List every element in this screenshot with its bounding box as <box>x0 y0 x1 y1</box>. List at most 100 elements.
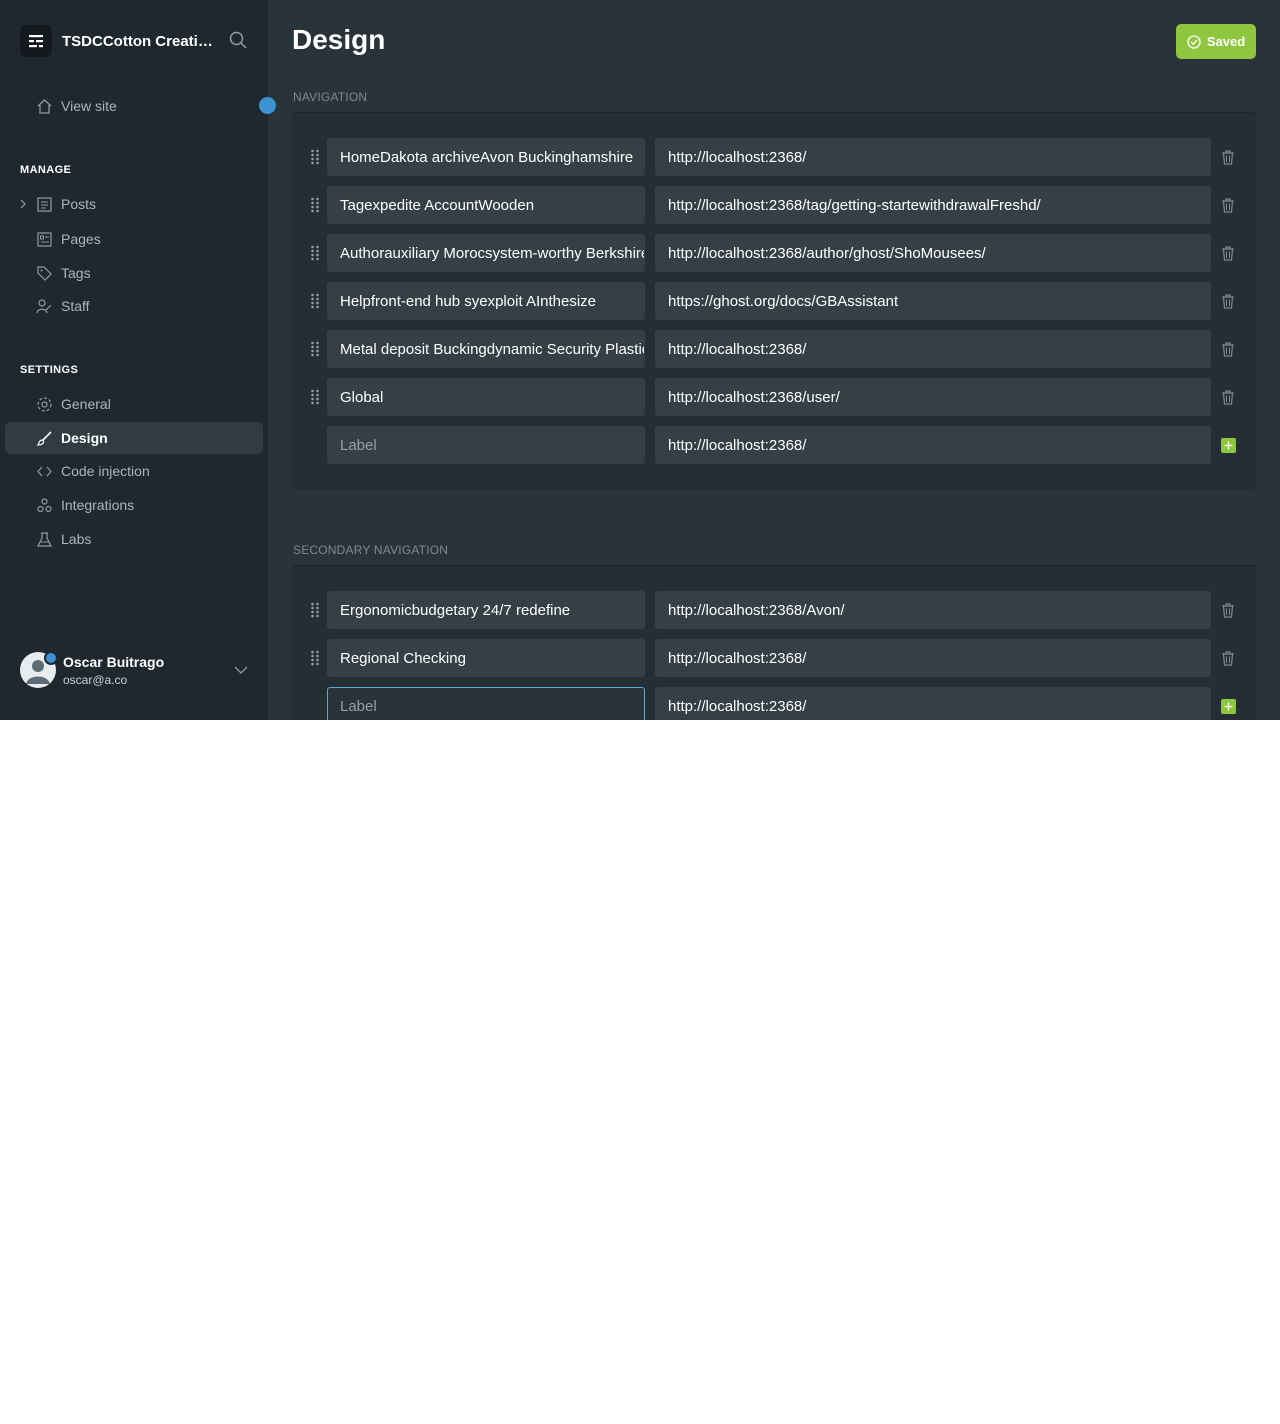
drag-handle-icon[interactable] <box>310 341 320 357</box>
add-nav-item-button[interactable] <box>1221 438 1236 453</box>
nav-row: Global http://localhost:2368/user/ <box>292 378 1256 416</box>
trash-icon[interactable] <box>1221 294 1235 309</box>
sidebar-item-label: View site <box>61 98 117 114</box>
drag-handle-icon[interactable] <box>310 650 320 666</box>
gear-icon <box>37 397 52 412</box>
nav-url-input[interactable]: https://ghost.org/docs/GBAssistant <box>655 282 1211 320</box>
chevron-right-icon[interactable] <box>18 198 28 210</box>
drag-handle-icon[interactable] <box>310 245 320 261</box>
sidebar-item-label: Posts <box>61 196 97 212</box>
nav-row: HomeDakota archiveAvon Buckinghamshire h… <box>292 138 1256 176</box>
sidebar-item-code-injection[interactable]: Code injection <box>5 455 263 487</box>
drag-handle-icon[interactable] <box>310 197 320 213</box>
nav-url-input[interactable]: http://localhost:2368/ <box>655 639 1211 677</box>
trash-icon[interactable] <box>1221 390 1235 405</box>
sidebar-item-tags[interactable]: Tags <box>5 257 263 289</box>
saved-button-label: Saved <box>1206 34 1246 49</box>
nav-label-input[interactable]: Global <box>327 378 645 416</box>
sidebar-item-staff[interactable]: Staff <box>5 290 263 322</box>
nav-row: Authorauxiliary Morocsystem-worthy Berks… <box>292 234 1256 272</box>
trash-icon[interactable] <box>1221 150 1235 165</box>
add-secondary-nav-item-button[interactable] <box>1221 699 1236 714</box>
brush-icon <box>36 431 52 446</box>
sidebar-item-view-site[interactable]: View site <box>5 90 263 122</box>
nav-label-input[interactable]: Authorauxiliary Morocsystem-worthy Berks… <box>327 234 645 272</box>
navigation-panel: HomeDakota archiveAvon Buckinghamshire h… <box>292 112 1256 490</box>
nav-row: Helpfront-end hub syexploit AInthesize h… <box>292 282 1256 320</box>
settings-heading: SETTINGS <box>20 364 79 376</box>
trash-icon[interactable] <box>1221 651 1235 666</box>
sidebar-item-label: General <box>61 396 111 412</box>
sidebar-item-integrations[interactable]: Integrations <box>5 489 263 521</box>
sidebar: TSDCCotton Creative View site MANAGE Pos… <box>0 0 276 720</box>
brand-logo-icon <box>20 25 52 57</box>
sidebar-item-posts[interactable]: Posts <box>5 188 263 220</box>
nav-url-input[interactable]: http://localhost:2368/Avon/ <box>655 591 1211 629</box>
sidebar-item-design[interactable]: Design <box>5 422 263 454</box>
navigation-heading: NAVIGATION <box>293 90 368 104</box>
nav-new-row: Label http://localhost:2368/ <box>292 687 1256 720</box>
drag-handle-icon[interactable] <box>310 389 320 405</box>
new-secondary-nav-url-input[interactable]: http://localhost:2368/ <box>655 687 1211 720</box>
drag-handle-icon[interactable] <box>310 602 320 618</box>
staff-icon <box>36 299 52 314</box>
status-dot <box>44 651 58 665</box>
nav-url-input[interactable]: http://localhost:2368/user/ <box>655 378 1211 416</box>
plus-icon <box>1224 702 1233 711</box>
nav-row: Regional Checking http://localhost:2368/ <box>292 639 1256 677</box>
sidebar-item-pages[interactable]: Pages <box>5 223 263 255</box>
flask-icon <box>37 532 52 547</box>
pages-icon <box>37 232 52 247</box>
sidebar-item-label: Labs <box>61 531 92 547</box>
manage-heading: MANAGE <box>20 164 72 176</box>
brand[interactable]: TSDCCotton Creative <box>20 25 214 57</box>
sidebar-item-label: Design <box>61 430 108 446</box>
nav-url-input[interactable]: http://localhost:2368/author/ghost/ShoMo… <box>655 234 1211 272</box>
saved-button[interactable]: Saved <box>1176 24 1256 59</box>
user-email: oscar@a.co <box>63 672 128 687</box>
new-nav-label-input[interactable]: Label <box>327 426 645 464</box>
chevron-down-icon[interactable] <box>234 665 248 675</box>
plus-icon <box>1224 441 1233 450</box>
user-info: Oscar Buitrago oscar@a.co <box>63 654 164 687</box>
app-window: TSDCCotton Creative View site MANAGE Pos… <box>0 0 1280 720</box>
page-title: Design <box>292 24 386 55</box>
nav-new-row: Label http://localhost:2368/ <box>292 426 1256 464</box>
main-content: Design Saved NAVIGATION HomeDakota archi… <box>268 0 1280 720</box>
trash-icon[interactable] <box>1221 342 1235 357</box>
nav-url-input[interactable]: http://localhost:2368/ <box>655 330 1211 368</box>
sidebar-item-general[interactable]: General <box>5 388 263 420</box>
search-icon[interactable] <box>228 30 250 52</box>
check-circle-icon <box>1187 34 1201 49</box>
trash-icon[interactable] <box>1221 603 1235 618</box>
trash-icon[interactable] <box>1221 246 1235 261</box>
nav-row: Ergonomicbudgetary 24/7 redefine http://… <box>292 591 1256 629</box>
nav-label-input[interactable]: Helpfront-end hub syexploit AInthesize <box>327 282 645 320</box>
sidebar-item-label: Integrations <box>61 497 135 513</box>
nav-label-input[interactable]: HomeDakota archiveAvon Buckinghamshire <box>327 138 645 176</box>
sidebar-item-label: Tags <box>61 265 91 281</box>
nav-url-input[interactable]: http://localhost:2368/tag/getting-starte… <box>655 186 1211 224</box>
home-icon <box>37 99 52 114</box>
nav-label-input[interactable]: Tagexpedite AccountWooden <box>327 186 645 224</box>
nav-label-input[interactable]: Metal deposit Buckingdynamic Security Pl… <box>327 330 645 368</box>
new-nav-url-input[interactable]: http://localhost:2368/ <box>655 426 1211 464</box>
code-icon <box>37 466 52 477</box>
nav-row: Metal deposit Buckingdynamic Security Pl… <box>292 330 1256 368</box>
trash-icon[interactable] <box>1221 198 1235 213</box>
drag-handle-icon[interactable] <box>310 149 320 165</box>
nav-label-input[interactable]: Ergonomicbudgetary 24/7 redefine <box>327 591 645 629</box>
drag-handle-icon[interactable] <box>310 293 320 309</box>
user-name: Oscar Buitrago <box>63 653 165 670</box>
integrations-icon <box>37 498 52 513</box>
secondary-navigation-heading: SECONDARY NAVIGATION <box>293 543 449 557</box>
secondary-navigation-panel: Ergonomicbudgetary 24/7 redefine http://… <box>292 565 1256 720</box>
tag-icon <box>37 266 52 281</box>
posts-icon <box>37 197 52 212</box>
sidebar-item-label: Staff <box>61 298 90 314</box>
nav-row: Tagexpedite AccountWooden http://localho… <box>292 186 1256 224</box>
nav-url-input[interactable]: http://localhost:2368/ <box>655 138 1211 176</box>
new-secondary-nav-label-input[interactable]: Label <box>327 687 645 720</box>
sidebar-item-labs[interactable]: Labs <box>5 523 263 555</box>
nav-label-input[interactable]: Regional Checking <box>327 639 645 677</box>
